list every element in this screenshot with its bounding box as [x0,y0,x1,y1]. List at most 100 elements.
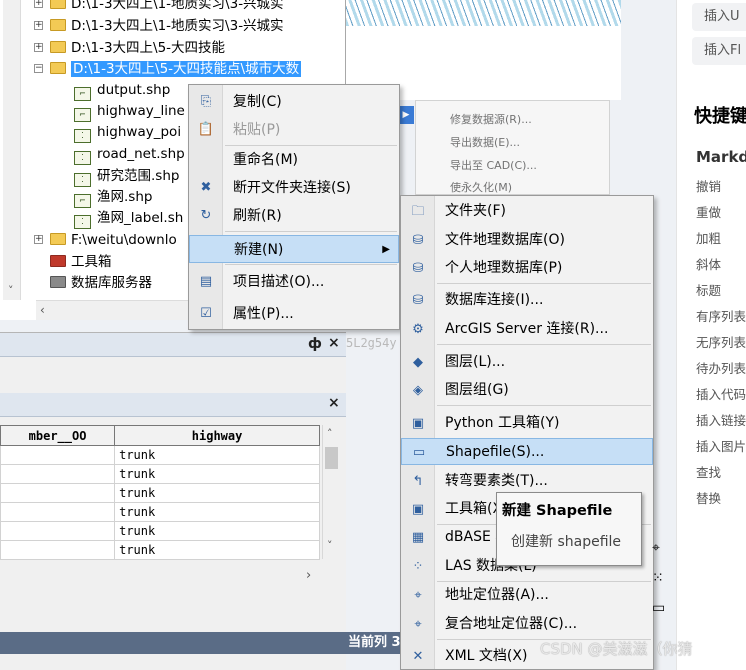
table-row[interactable]: trunk [0,464,320,484]
expand-icon[interactable]: + [34,0,43,8]
close-window-icon[interactable]: × [328,335,340,351]
insert-button[interactable]: 插入U [692,3,746,31]
table-cell[interactable]: trunk [114,483,320,503]
table-horizontal-scrollbar[interactable]: › [0,567,322,585]
window-icon[interactable]: ▭ [652,600,665,616]
table-cell[interactable]: trunk [114,540,320,560]
context-menu-item-4[interactable]: ↻ 刷新(R) [189,202,399,230]
folder-icon [50,19,66,31]
arcgis-server-icon: ⚙ [412,322,424,337]
tree-item-file[interactable]: ⁚ 研究范围.shp [74,166,179,187]
table-cell[interactable] [0,483,116,503]
menu-item-label: XML 文档(X) [445,648,528,664]
scroll-up-icon[interactable]: ˄ [327,427,333,440]
new-submenu-item-14[interactable]: ⌖ 复合地址定位器(C)... [401,611,653,638]
scroll-down-icon[interactable]: ˅ [8,284,14,297]
table-cell[interactable] [0,540,116,560]
table-cell[interactable]: trunk [114,521,320,541]
menu-item-label: 粘贴(P) [233,122,281,138]
scroll-left-icon[interactable]: ‹ [40,303,45,317]
scroll-right-icon[interactable]: › [306,568,311,583]
expand-icon[interactable]: + [34,21,43,30]
new-submenu-item-1[interactable]: ⛁ 文件地理数据库(O) [401,227,653,254]
table-vertical-scrollbar[interactable]: ˄ ˅ [322,425,340,559]
menu-item-label: Python 工具箱(Y) [445,415,560,431]
column-header[interactable]: mber__OO [0,425,116,446]
table-row[interactable]: trunk [0,521,320,541]
new-submenu-item-9[interactable]: ↰ 转弯要素类(T)... [401,468,653,495]
new-submenu-item-4[interactable]: ⚙ ArcGIS Server 连接(R)... [401,316,653,343]
table-row[interactable]: trunk [0,540,320,560]
table-cell[interactable] [0,445,116,465]
new-submenu-item-8[interactable]: ▭ Shapefile(S)... [401,438,653,465]
tree-item-file[interactable]: ⁚ road_net.shp [74,144,185,165]
tree-item-label: F:\weitu\downlo [71,232,177,248]
tree-item-file[interactable]: ⌐ 渔网.shp [74,187,152,208]
table-cell[interactable]: trunk [114,502,320,522]
tree-item-label: 数据库服务器 [71,275,152,291]
collapse-icon[interactable]: − [34,64,43,73]
scroll-thumb[interactable] [325,447,338,469]
tree-item-label: D:\1-3大四上\1-地质实习\3-兴城实 [71,18,284,34]
tree-item-label: 渔网.shp [97,189,153,205]
new-submenu-item-7[interactable]: ▣ Python 工具箱(Y) [401,410,653,437]
table-row[interactable]: trunk [0,502,320,522]
pin-icon[interactable]: ф [308,336,322,352]
tree-item-folder[interactable]: + D:\1-3大四上\1-地质实习\3-兴城实 [34,0,284,15]
table-cell[interactable]: trunk [114,464,320,484]
shortcut-title: 快捷键 [694,106,746,127]
tree-item-folder[interactable]: + D:\1-3大四上\5-大四技能 [34,38,225,59]
menu-item-label: 项目描述(O)... [233,274,325,290]
new-submenu-item-6[interactable]: ◈ 图层组(G) [401,377,653,404]
menu-item-label: 地址定位器(A)... [445,587,549,603]
tree-item-folder[interactable]: + D:\1-3大四上\1-地质实习\3-兴城实 [34,16,284,37]
table-cell[interactable] [0,521,116,541]
attribute-table[interactable]: mber__OO highway trunk trunk trunk trunk tru… [0,425,320,560]
new-submenu-item-5[interactable]: ◆ 图层(L)... [401,349,653,376]
table-cell[interactable] [0,502,116,522]
scroll-down-icon[interactable]: ˅ [327,539,333,552]
move-icon[interactable]: ⁙ [652,570,664,586]
table-cell[interactable] [0,464,116,484]
table-row[interactable]: trunk [0,483,320,503]
tree-item-file[interactable]: 数据库服务器 [50,273,152,294]
tree-item-folder[interactable]: − D:\1-3大四上\5-大四技能点\城市大数 [34,59,302,80]
properties-icon: ☑ [200,306,212,321]
table-cell[interactable]: trunk [114,445,320,465]
context-menu-item-7[interactable]: ☑ 属性(P)... [189,300,399,328]
floating-toolbar: ⌖ ⁙ ▭ [650,540,672,630]
menu-item-label: 断开文件夹连接(S) [233,180,351,196]
shapefile-icon: ⁚ [74,129,91,143]
tree-item-file[interactable]: ⌐ highway_line [74,101,185,122]
context-menu-item-5[interactable]: 新建(N) ▶ [189,235,399,263]
table-row[interactable]: trunk [0,445,320,465]
new-submenu-item-3[interactable]: ⛁ 数据库连接(I)... [401,287,653,314]
expand-icon[interactable]: + [34,235,43,244]
menu-item-label: 文件夹(F) [445,203,506,219]
tree-item-file[interactable]: ⌐ dutput.shp [74,80,170,101]
tree-vertical-scrollbar[interactable]: ˅ [3,0,21,300]
new-submenu-item-13[interactable]: ⌖ 地址定位器(A)... [401,582,653,609]
target-icon[interactable]: ⌖ [652,540,660,556]
tree-item-file[interactable]: ⁚ 渔网_label.sh [74,208,183,229]
insert-flowchart-button[interactable]: 插入Fl [692,37,746,65]
shortcut-item: 撤销 [696,179,722,194]
tree-item-label: D:\1-3大四上\1-地质实习\3-兴城实 [71,0,284,12]
tree-item-file[interactable]: ⁚ highway_poi [74,122,181,143]
column-header[interactable]: highway [114,425,320,446]
context-menu-item-1[interactable]: 📋 粘贴(P) [189,116,399,144]
context-menu-item-0[interactable]: ⎘ 复制(C) [189,88,399,116]
expand-icon[interactable]: + [34,43,43,52]
close-table-icon[interactable]: × [328,395,340,411]
context-menu-item-6[interactable]: ▤ 项目描述(O)... [189,268,399,296]
new-submenu-item-0[interactable]: 🗀 文件夹(F) [401,198,653,225]
tree-item-file[interactable]: 工具箱 [50,252,112,273]
dbase-table-icon: ▦ [411,530,425,545]
context-menu-item-3[interactable]: ✖ 断开文件夹连接(S) [189,174,399,202]
folder-icon [50,62,66,74]
tree-item-folder[interactable]: + F:\weitu\downlo [34,230,177,251]
shortcut-item: 替换 [696,491,722,506]
shortcut-item: 无序列表 [696,335,746,350]
context-menu-item-2[interactable]: 重命名(M) [189,146,399,174]
new-submenu-item-2[interactable]: ⛁ 个人地理数据库(P) [401,255,653,282]
